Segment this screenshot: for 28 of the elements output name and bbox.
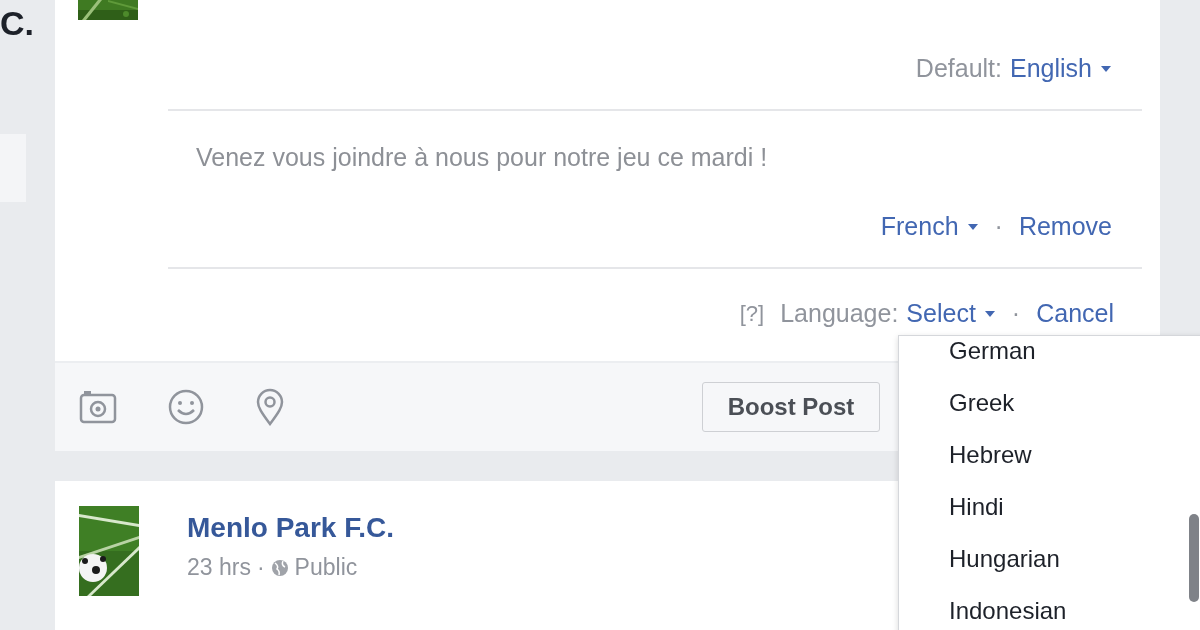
audience-label: Public: [294, 554, 358, 581]
camera-icon[interactable]: [79, 390, 117, 424]
boost-post-button[interactable]: Boost Post: [702, 382, 880, 432]
default-label: Default:: [915, 54, 1002, 83]
language-option[interactable]: Hindi: [899, 492, 1200, 544]
location-pin-icon[interactable]: [255, 388, 285, 426]
language-option[interactable]: Hungarian: [899, 544, 1200, 596]
language-option[interactable]: Greek: [899, 388, 1200, 440]
globe-icon: [270, 558, 289, 577]
language-option[interactable]: Indonesian: [899, 596, 1200, 630]
select-language-link[interactable]: Select: [906, 299, 996, 328]
language-link[interactable]: French: [880, 212, 979, 241]
language-option[interactable]: German: [899, 336, 1200, 388]
sidebar-text: C.: [0, 6, 35, 40]
language-option[interactable]: Hebrew: [899, 440, 1200, 492]
default-language-link[interactable]: English: [1010, 54, 1112, 83]
language-label: Language:: [780, 299, 899, 328]
separator: ·: [1011, 299, 1021, 328]
caret-icon: [1100, 64, 1112, 73]
scrollbar-thumb[interactable]: [1189, 514, 1199, 602]
cancel-link[interactable]: Cancel: [1036, 299, 1114, 328]
separator: ·: [994, 212, 1003, 241]
author-name[interactable]: Menlo Park F.C.: [187, 512, 394, 544]
separator: ·: [256, 554, 265, 581]
caret-icon: [983, 309, 996, 318]
remove-link[interactable]: Remove: [1018, 212, 1112, 241]
caret-icon: [966, 222, 979, 231]
smiley-icon[interactable]: [167, 388, 205, 426]
